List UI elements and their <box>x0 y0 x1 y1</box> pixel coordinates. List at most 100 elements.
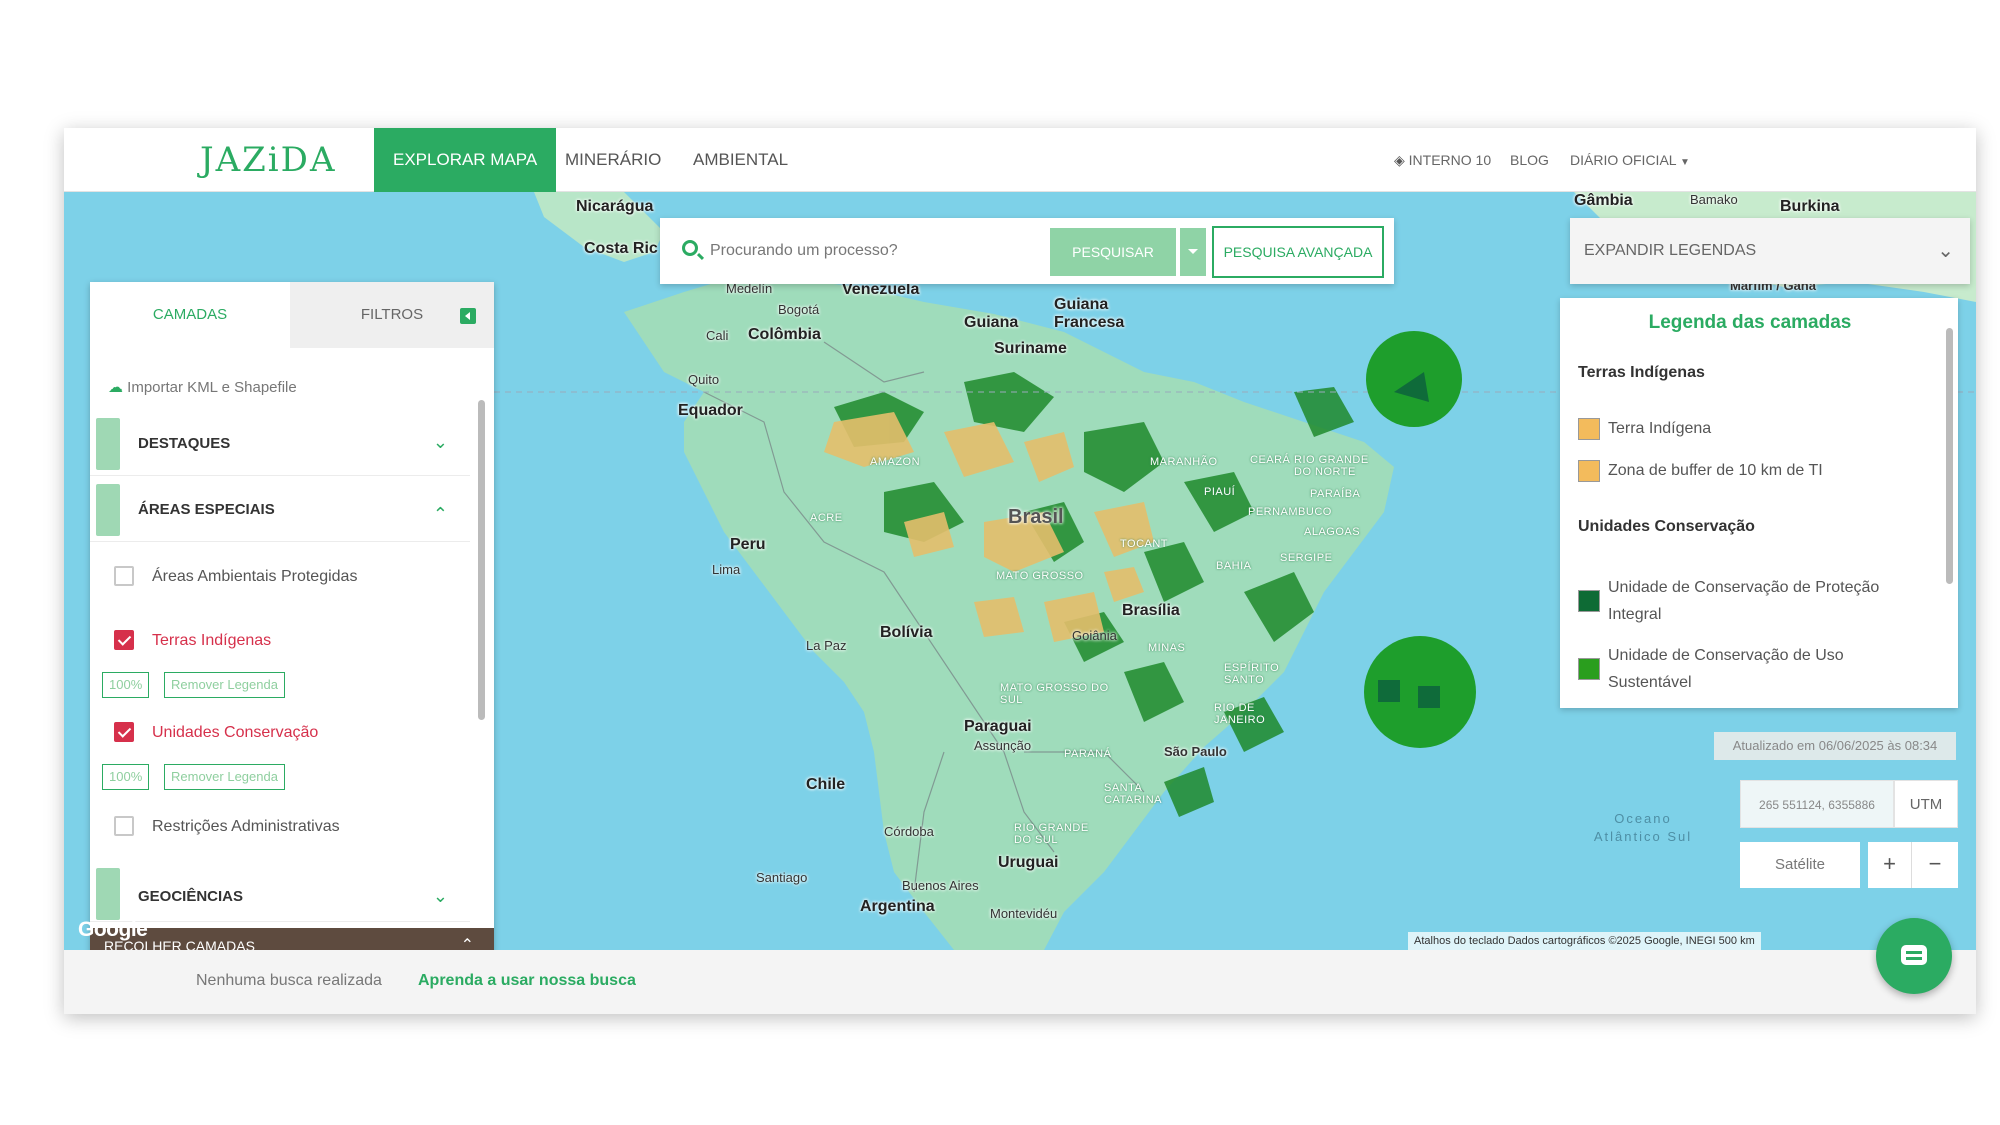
tab-explorar-mapa[interactable]: EXPLORAR MAPA <box>374 128 557 192</box>
chevron-up-icon: ⌃ <box>460 937 474 950</box>
opacity-chip[interactable]: 100% <box>102 672 150 698</box>
chevron-down-icon: ⌄ <box>1937 240 1954 262</box>
search-status-text: Nenhuma busca realizada <box>196 972 382 989</box>
legend-scrollbar[interactable] <box>1946 328 1953 584</box>
remove-legend-chip[interactable]: Remover Legenda <box>164 764 285 790</box>
import-label: Importar KML e Shapefile <box>127 379 297 396</box>
search-button[interactable]: PESQUISAR <box>1050 228 1176 276</box>
state-label-rn: RIO GRANDE DO NORTE <box>1294 454 1369 478</box>
state-label-pernambuco: PERNAMBUCO <box>1248 506 1332 518</box>
layer-terras-indigenas[interactable]: Terras Indígenas <box>90 610 470 670</box>
state-label-es: ESPÍRITO SANTO <box>1224 662 1280 686</box>
coordinates-readout: 265 551124, 6355886 <box>1740 780 1894 828</box>
legend-item-label: Unidade de Conservação de Proteção Integr… <box>1608 579 1880 623</box>
zoom-out-button[interactable]: − <box>1912 842 1958 888</box>
section-areas-especiais[interactable]: ÁREAS ESPECIAIS ⌃ <box>90 478 470 542</box>
ocean-label-line2: Atlântico Sul <box>1593 829 1693 844</box>
search-bar: PESQUISAR PESQUISA AVANÇADA <box>660 218 1394 284</box>
legend-swatch <box>1578 658 1600 680</box>
layer-restricoes[interactable]: Restrições Administrativas <box>90 796 470 856</box>
map-label-guiana-francesa-1: Guiana <box>1054 296 1109 313</box>
interno-label: INTERNO 10 <box>1408 152 1492 168</box>
tab-ambiental[interactable]: AMBIENTAL <box>674 128 807 192</box>
expand-legends-bar[interactable]: EXPANDIR LEGENDAS ⌄ <box>1570 218 1970 284</box>
map-label-costa-rica: Costa Ric <box>584 240 658 257</box>
section-destaques[interactable]: DESTAQUES ⌄ <box>90 412 470 476</box>
section-bar <box>96 868 120 920</box>
legend-item-label: Zona de buffer de 10 km de TI <box>1608 462 1823 479</box>
layers-panel: CAMADAS FILTROS ☁ Importar KML e Shapefi… <box>90 282 494 950</box>
tab-camadas[interactable]: CAMADAS <box>90 282 290 348</box>
diario-oficial-menu[interactable]: DIÁRIO OFICIAL ▼ <box>1570 128 1690 192</box>
state-label-mato-grosso: MATO GROSSO <box>996 570 1084 582</box>
state-label-acre: ACRE <box>810 512 843 524</box>
legend-group-title: Terras Indígenas <box>1578 364 1705 381</box>
google-logo: Google <box>78 918 148 941</box>
map-label-colombia: Colômbia <box>748 326 821 343</box>
map-label-buenos-aires: Buenos Aires <box>902 878 979 893</box>
diamond-icon: ◈ <box>1394 152 1405 168</box>
panel-scrollbar[interactable] <box>478 400 485 720</box>
coordinate-system-button[interactable]: UTM <box>1894 780 1958 828</box>
chevron-up-icon[interactable]: ⌃ <box>433 504 448 525</box>
layer-checkbox[interactable] <box>114 630 134 650</box>
map-label-paraguai: Paraguai <box>964 718 1032 735</box>
search-input[interactable] <box>710 236 1040 266</box>
tab-filtros[interactable]: FILTROS <box>290 282 494 348</box>
collapse-layers-bar[interactable]: RECOLHER CAMADAS ⌃ <box>90 928 494 950</box>
map-label-bogota: Bogotá <box>778 302 820 317</box>
map-label-quito: Quito <box>688 372 720 387</box>
state-label-maranhao: MARANHÃO <box>1150 456 1218 468</box>
jazida-logo[interactable]: JAZiDA <box>200 140 337 180</box>
map-label-suriname: Suriname <box>994 340 1067 357</box>
map-label-argentina: Argentina <box>860 898 935 915</box>
caret-down-icon: ▼ <box>1679 157 1690 168</box>
layer-unidades-conservacao[interactable]: Unidades Conservação <box>90 702 470 762</box>
map-attribution[interactable]: Atalhos do teclado Dados cartográficos ©… <box>1408 932 1761 950</box>
search-dropdown-button[interactable] <box>1180 228 1206 276</box>
chevron-down-icon[interactable]: ⌄ <box>433 886 448 907</box>
layer-areas-ambientais[interactable]: Áreas Ambientais Protegidas <box>90 546 470 606</box>
map-canvas[interactable]: Nicarágua Costa Ric Medelín Venezuela Bo… <box>64 192 1976 950</box>
ocean-label: Oceano Atlântico Sul <box>1568 810 1718 846</box>
interno-link[interactable]: ◈ INTERNO 10 <box>1394 128 1491 192</box>
tab-minerario[interactable]: MINERÁRIO <box>546 128 680 192</box>
chevron-down-icon[interactable]: ⌄ <box>433 432 448 453</box>
layer-label: Terras Indígenas <box>152 632 272 649</box>
section-title: DESTAQUES <box>138 435 231 452</box>
map-label-la-paz: La Paz <box>806 638 847 653</box>
map-label-brasilia: Brasília <box>1122 602 1180 619</box>
map-label-assuncao: Assunção <box>974 738 1032 753</box>
map-label-montevideu: Montevidéu <box>990 906 1058 921</box>
chat-icon[interactable] <box>1876 918 1952 994</box>
layer-checkbox[interactable] <box>114 722 134 742</box>
map-label-cordoba: Córdoba <box>884 824 934 839</box>
section-title: GEOCIÊNCIAS <box>138 888 244 905</box>
collapse-arrow-icon[interactable] <box>460 308 476 324</box>
opacity-chip[interactable]: 100% <box>102 764 150 790</box>
state-label-sergipe: SERGIPE <box>1280 552 1333 564</box>
state-label-alagoas: ALAGOAS <box>1304 526 1361 538</box>
state-label-ceara: CEARÁ <box>1250 454 1291 466</box>
layer-label: Restrições Administrativas <box>152 818 340 835</box>
section-geociencias[interactable]: GEOCIÊNCIAS ⌄ <box>90 862 470 922</box>
layer-checkbox[interactable] <box>114 566 134 586</box>
import-kml-link[interactable]: ☁ Importar KML e Shapefile <box>108 378 297 396</box>
satellite-toggle-button[interactable]: Satélite <box>1740 842 1860 888</box>
blog-link[interactable]: BLOG <box>1510 128 1549 192</box>
map-label-brasil: Brasil <box>1008 506 1064 528</box>
map-label-burkina: Burkina <box>1780 198 1840 215</box>
ocean-label-line1: Oceano <box>1614 811 1672 826</box>
diario-label: DIÁRIO OFICIAL <box>1570 152 1677 168</box>
remove-legend-chip[interactable]: Remover Legenda <box>164 672 285 698</box>
map-label-lima: Lima <box>712 562 741 577</box>
map-label-guiana-francesa: Francesa <box>1054 314 1125 331</box>
learn-search-link[interactable]: Aprenda a usar nossa busca <box>418 972 636 990</box>
layer-checkbox[interactable] <box>114 816 134 836</box>
cloud-upload-icon: ☁ <box>108 379 123 396</box>
zoom-in-button[interactable]: + <box>1868 842 1912 888</box>
app-window: JAZiDA EXPLORAR MAPA MINERÁRIO AMBIENTAL… <box>64 128 1976 1014</box>
legend-item: Unidade de Conservação de Proteção Integr… <box>1578 574 1930 630</box>
advanced-search-button[interactable]: PESQUISA AVANÇADA <box>1212 226 1384 278</box>
legend-item-label: Unidade de Conservação de Uso Sustentável <box>1608 647 1844 691</box>
